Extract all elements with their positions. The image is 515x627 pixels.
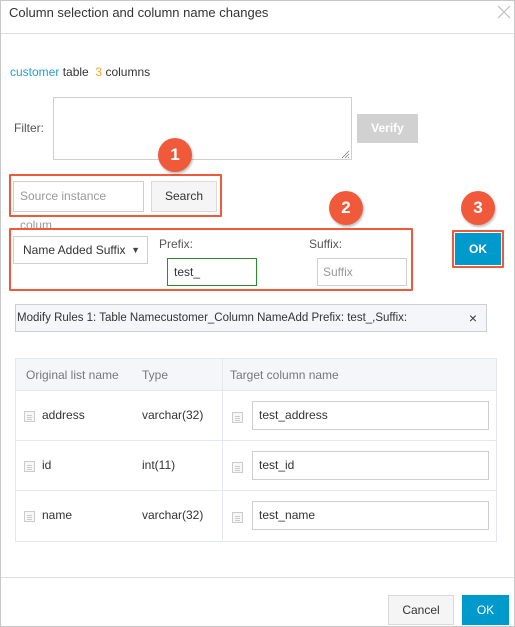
dialog-title: Column selection and column name changes xyxy=(9,5,269,20)
target-name-input[interactable]: test_id xyxy=(252,451,489,480)
field-icon xyxy=(24,511,35,522)
column-divider xyxy=(222,391,223,440)
cancel-button[interactable]: Cancel xyxy=(388,595,454,625)
column-type: varchar(32) xyxy=(142,508,204,522)
field-icon xyxy=(232,462,243,473)
target-name-input[interactable]: test_name xyxy=(252,501,489,530)
resize-grip-icon[interactable] xyxy=(340,148,350,159)
verify-button[interactable]: Verify xyxy=(357,114,418,143)
modify-rule-tag: Modify Rules 1: Table Namecustomer_Colum… xyxy=(15,304,487,332)
column-count: 3 xyxy=(95,65,103,79)
rename-mode-value: Name Added Suffix xyxy=(23,243,126,257)
table-header: Original list name Type Target column na… xyxy=(16,359,496,391)
original-name: address xyxy=(42,408,85,422)
table-name-link[interactable]: customer xyxy=(10,65,59,79)
columns-word: columns xyxy=(105,65,151,79)
target-name-input[interactable]: test_address xyxy=(252,401,489,430)
header-type: Type xyxy=(142,368,169,382)
prefix-label: Prefix: xyxy=(159,237,194,251)
search-button[interactable]: Search xyxy=(151,181,217,212)
field-icon xyxy=(232,512,243,523)
table-row: name varchar(32) test_name xyxy=(16,491,496,541)
footer-divider xyxy=(1,577,515,578)
original-name: name xyxy=(42,508,73,522)
column-mapping-table: Original list name Type Target column na… xyxy=(15,358,497,542)
prefix-input[interactable]: test_ xyxy=(167,258,257,286)
step-badge-3: 3 xyxy=(461,191,495,225)
chevron-down-icon: ▼ xyxy=(131,245,140,255)
header-target-name: Target column name xyxy=(230,368,339,382)
table-row: address varchar(32) test_address xyxy=(16,391,496,441)
ok-button[interactable]: OK xyxy=(462,595,509,625)
original-name: id xyxy=(42,458,52,472)
table-word: table xyxy=(62,65,89,79)
field-icon xyxy=(232,412,243,423)
field-icon xyxy=(24,461,35,472)
source-column-search-input[interactable]: Source instance colum xyxy=(13,181,144,232)
step-badge-2: 2 xyxy=(329,191,363,225)
table-summary: customer table 3 columns xyxy=(10,65,150,79)
field-icon xyxy=(24,411,35,422)
column-divider xyxy=(222,359,223,390)
filter-label: Filter: xyxy=(14,121,44,135)
modify-rule-text: Modify Rules 1: Table Namecustomer_Colum… xyxy=(17,312,408,324)
header-original-name: Original list name xyxy=(26,368,119,382)
remove-rule-icon[interactable]: × xyxy=(466,310,480,326)
header-divider xyxy=(1,33,515,34)
column-type: int(11) xyxy=(142,458,176,472)
rename-mode-select[interactable]: Name Added Suffix ▼ xyxy=(13,236,148,264)
column-divider xyxy=(222,491,223,541)
table-row: id int(11) test_id xyxy=(16,441,496,491)
close-icon[interactable] xyxy=(494,2,514,22)
suffix-label: Suffix: xyxy=(309,237,343,251)
suffix-input[interactable]: Suffix xyxy=(317,258,407,286)
column-selection-dialog: Column selection and column name changes… xyxy=(0,0,515,627)
column-type: varchar(32) xyxy=(142,408,204,422)
step-badge-1: 1 xyxy=(158,138,192,172)
apply-rule-ok-button[interactable]: OK xyxy=(455,233,501,265)
column-divider xyxy=(222,441,223,490)
filter-textarea[interactable] xyxy=(53,97,352,160)
